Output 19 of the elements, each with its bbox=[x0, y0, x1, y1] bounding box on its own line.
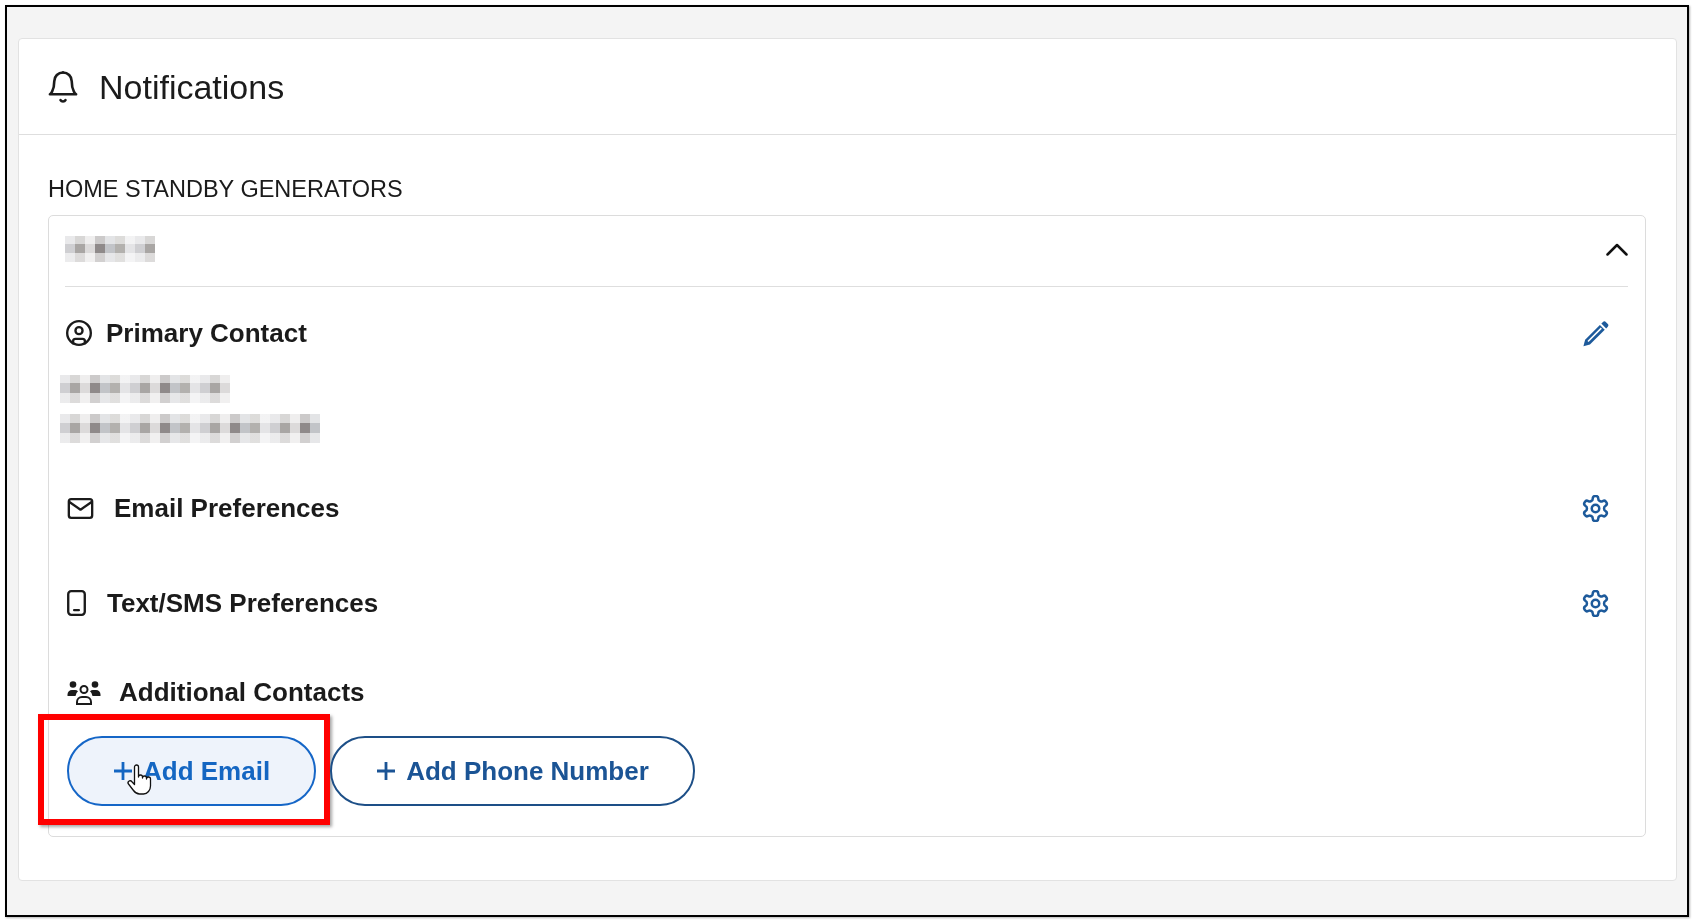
people-icon bbox=[67, 679, 101, 705]
section-title: Primary Contact bbox=[106, 317, 307, 349]
group-label: HOME STANDBY GENERATORS bbox=[48, 176, 403, 203]
card-title: Notifications bbox=[99, 66, 285, 107]
plus-icon bbox=[376, 761, 397, 781]
section-title: Text/SMS Preferences bbox=[107, 587, 379, 619]
plus-icon bbox=[113, 761, 133, 781]
section-title: Email Preferences bbox=[114, 492, 340, 524]
envelope-icon bbox=[67, 497, 94, 519]
settings-icon[interactable] bbox=[1582, 494, 1609, 522]
add-button[interactable]: Add Phone Number bbox=[330, 736, 695, 806]
section-title: Additional Contacts bbox=[119, 676, 365, 708]
bell-icon bbox=[48, 70, 78, 103]
add-button[interactable]: Add Email bbox=[67, 736, 317, 806]
pencil-icon[interactable] bbox=[1582, 319, 1609, 347]
phone-icon bbox=[67, 590, 86, 616]
user-circle-icon bbox=[66, 320, 92, 346]
settings-icon[interactable] bbox=[1582, 589, 1609, 617]
chevron-up-icon[interactable] bbox=[1606, 242, 1628, 256]
